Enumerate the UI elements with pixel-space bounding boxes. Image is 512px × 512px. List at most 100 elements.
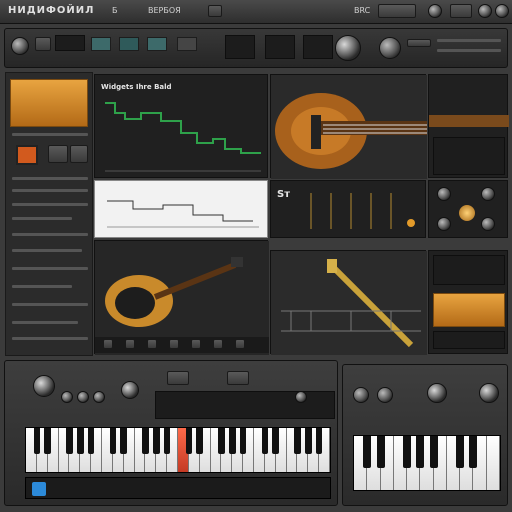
white-key[interactable] [486, 436, 500, 490]
black-key[interactable] [294, 428, 301, 455]
black-key[interactable] [376, 436, 385, 469]
black-key[interactable] [272, 428, 279, 455]
sequencer-lines [310, 193, 415, 229]
guitar-panel-top [270, 74, 427, 179]
black-key[interactable] [403, 436, 412, 469]
sidebar-button-2[interactable] [70, 145, 88, 163]
black-key[interactable] [218, 428, 225, 455]
synth-r-knob-3[interactable] [427, 383, 447, 403]
black-key[interactable] [229, 428, 236, 455]
sidebar-row-6 [12, 249, 82, 252]
right-knob-2[interactable] [481, 187, 495, 201]
play-button[interactable] [32, 482, 46, 496]
sidebar-button-1[interactable] [48, 145, 68, 163]
synth-knob-6[interactable] [295, 391, 307, 403]
synth-knob-4[interactable] [93, 391, 105, 403]
sidebar-row-4 [12, 217, 72, 220]
black-key[interactable] [185, 428, 193, 455]
sidebar-row-3 [12, 203, 88, 206]
toolbar-button-b[interactable] [450, 4, 472, 18]
synth-left [4, 360, 338, 506]
right-orange-panel[interactable] [433, 293, 505, 327]
black-key[interactable] [109, 428, 117, 455]
tool-display-4 [303, 35, 333, 59]
black-key[interactable] [87, 428, 95, 455]
toolbar-button-a[interactable] [378, 4, 416, 18]
menu-item-2[interactable]: ВЕРБОЯ [148, 6, 181, 15]
guitar-ctrl-3[interactable] [147, 339, 157, 349]
guitar-ctrl-6[interactable] [213, 339, 223, 349]
master-volume-knob[interactable] [335, 35, 361, 61]
black-key[interactable] [77, 428, 84, 455]
right-knob-1[interactable] [437, 187, 451, 201]
tool-icon-5[interactable] [177, 37, 197, 51]
sidebar-row-7 [12, 267, 88, 270]
guitar-ctrl-7[interactable] [235, 339, 245, 349]
tool-display-1 [55, 35, 85, 51]
black-key[interactable] [44, 428, 51, 455]
guitar-ctrl-2[interactable] [125, 339, 135, 349]
top-bar: НИДИФОЙИЛ Б ВЕРБОЯ BRC [0, 0, 512, 24]
synth-knob-5[interactable] [121, 381, 139, 399]
transport-strip [25, 477, 331, 499]
synth-knob-2[interactable] [61, 391, 73, 403]
toolbar-line-2 [437, 49, 501, 52]
guitar-image [271, 75, 427, 179]
power-icon[interactable] [495, 4, 509, 18]
toolbar-knob-2[interactable] [379, 37, 401, 59]
menu-item-1[interactable]: Б [112, 6, 118, 15]
right-panel-top [428, 74, 509, 178]
right-knob-4[interactable] [481, 217, 495, 231]
black-key[interactable] [416, 436, 425, 469]
black-key[interactable] [305, 428, 312, 455]
right-panel-bottom [428, 250, 508, 354]
sequencer-panel: Sт [270, 180, 426, 238]
synth-button-2[interactable] [227, 371, 249, 385]
black-key[interactable] [261, 428, 269, 455]
right-display-1 [433, 137, 505, 175]
track-panel: Widgets Ihre Bald [94, 74, 268, 178]
transport-button-1[interactable] [208, 5, 222, 17]
synth-r-knob-2[interactable] [377, 387, 393, 403]
tool-icon-2[interactable] [91, 37, 111, 51]
black-key[interactable] [163, 428, 171, 455]
tool-icon-3[interactable] [119, 37, 139, 51]
sidebar-orange-panel[interactable] [10, 79, 88, 127]
settings-icon[interactable] [428, 4, 442, 18]
synth-knob-1[interactable] [33, 375, 55, 397]
home-icon[interactable] [11, 37, 29, 55]
black-key[interactable] [66, 428, 73, 455]
synth-knob-3[interactable] [77, 391, 89, 403]
synth-r-knob-4[interactable] [479, 383, 499, 403]
right-guitar-neck [429, 115, 509, 127]
black-key[interactable] [429, 436, 438, 469]
black-key[interactable] [315, 428, 323, 455]
sidebar-thumb-icon[interactable] [16, 145, 38, 165]
keyboard-right [353, 435, 501, 491]
sequence-panel [94, 180, 268, 238]
menu-item-3[interactable]: BRC [354, 6, 370, 15]
black-key[interactable] [196, 428, 203, 455]
guitar-ctrl-4[interactable] [169, 339, 179, 349]
tool-display-3 [265, 35, 295, 59]
guitar-ctrl-5[interactable] [191, 339, 201, 349]
black-key[interactable] [239, 428, 247, 455]
black-key[interactable] [153, 428, 160, 455]
synth-button-1[interactable] [167, 371, 189, 385]
tool-display-2 [225, 35, 255, 59]
black-key[interactable] [120, 428, 127, 455]
black-key[interactable] [469, 436, 478, 469]
left-sidebar [5, 72, 93, 356]
toolbar-slider-1[interactable] [407, 39, 431, 47]
black-key[interactable] [363, 436, 372, 469]
right-knob-3[interactable] [437, 217, 451, 231]
synth-r-knob-1[interactable] [353, 387, 369, 403]
black-key[interactable] [142, 428, 149, 455]
black-key[interactable] [33, 428, 41, 455]
tool-icon-4[interactable] [147, 37, 167, 51]
black-key[interactable] [456, 436, 465, 469]
tool-button-1[interactable] [35, 37, 51, 51]
guitar-ctrl-1[interactable] [103, 339, 113, 349]
record-icon[interactable] [478, 4, 492, 18]
toolbar-line-1 [437, 39, 501, 42]
